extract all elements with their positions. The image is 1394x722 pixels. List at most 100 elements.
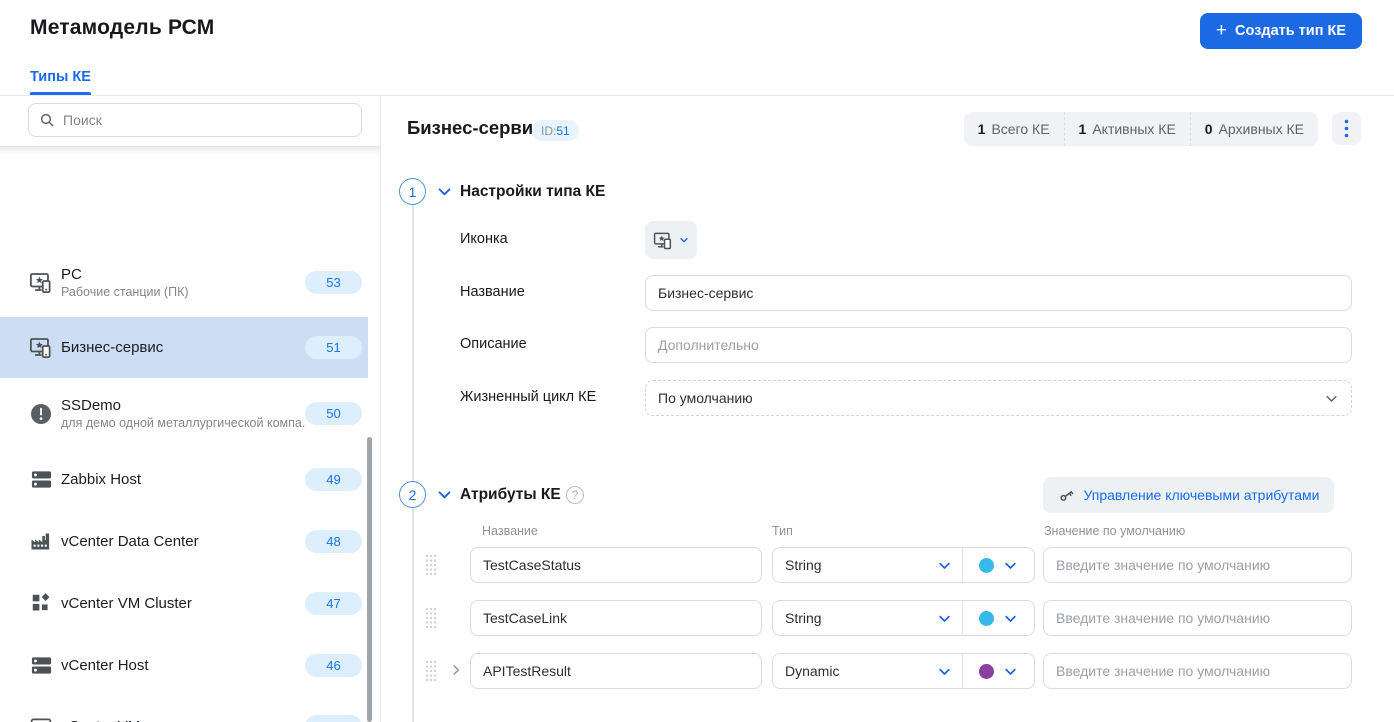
type-select[interactable]: String xyxy=(773,601,962,635)
sidebar-scrollbar[interactable] xyxy=(367,437,372,722)
list-item-name: vCenter VM xyxy=(61,718,140,722)
drag-handle-icon[interactable] xyxy=(424,658,438,684)
server-icon xyxy=(28,467,54,493)
stat-value: 1 xyxy=(1079,121,1087,137)
list-item-vcenter-data-center[interactable]: vCenter Data Center 48 xyxy=(0,510,368,572)
default-value-input[interactable] xyxy=(1043,653,1352,689)
attribute-type-control: String xyxy=(772,600,1035,636)
stat-total-ci[interactable]: 1 Всего КЕ xyxy=(964,112,1065,146)
create-ci-type-button[interactable]: + Создать тип КЕ xyxy=(1200,13,1362,49)
color-select[interactable] xyxy=(963,548,1034,582)
color-dot xyxy=(979,558,994,573)
attribute-type-control: Dynamic xyxy=(772,653,1035,689)
type-value: Dynamic xyxy=(785,663,937,679)
type-value: String xyxy=(785,557,937,573)
id-value: 51 xyxy=(556,124,569,138)
chevron-down-icon[interactable] xyxy=(436,486,453,503)
help-glyph: ? xyxy=(572,488,579,502)
description-input[interactable] xyxy=(645,327,1352,363)
chevron-right-icon[interactable] xyxy=(449,663,463,677)
chevron-down-icon xyxy=(1003,558,1018,573)
vm-icon xyxy=(28,714,54,722)
drag-handle-icon[interactable] xyxy=(424,552,438,578)
detail-title: Бизнес-сервис xyxy=(407,117,543,139)
attribute-name-input[interactable] xyxy=(470,653,762,689)
search-input[interactable] xyxy=(63,112,351,128)
color-select[interactable] xyxy=(963,601,1034,635)
manage-button-label: Управление ключевыми атрибутами xyxy=(1084,487,1320,503)
lifecycle-field-label: Жизненный цикл КЕ xyxy=(460,389,596,405)
chevron-down-icon[interactable] xyxy=(436,183,453,200)
chevron-down-icon xyxy=(937,558,952,573)
stat-active-ci[interactable]: 1 Активных КЕ xyxy=(1065,112,1191,146)
plus-icon: + xyxy=(1216,21,1227,40)
attribute-name-input[interactable] xyxy=(470,547,762,583)
help-icon[interactable]: ? xyxy=(566,486,584,504)
attribute-row: Dynamic xyxy=(381,653,1394,689)
stat-value: 1 xyxy=(978,121,986,137)
type-select[interactable]: String xyxy=(773,548,962,582)
count-badge: 47 xyxy=(305,592,362,615)
color-dot xyxy=(979,664,994,679)
pc-icon xyxy=(28,335,54,361)
key-icon xyxy=(1058,487,1075,504)
lifecycle-select[interactable]: По умолчанию xyxy=(645,380,1352,416)
ci-types-sidebar: PC Рабочие станции (ПК) 53 Бизнес-сервис… xyxy=(0,96,381,722)
section-1-step-number: 1 xyxy=(399,178,426,205)
create-button-label: Создать тип КЕ xyxy=(1235,23,1346,39)
list-item-name: Zabbix Host xyxy=(61,471,141,488)
count-badge: 49 xyxy=(305,468,362,491)
description-field-label: Описание xyxy=(460,336,527,352)
cluster-icon xyxy=(28,590,54,616)
list-item-vcenter-host[interactable]: vCenter Host 46 xyxy=(0,634,368,696)
icon-field-label: Иконка xyxy=(460,231,508,247)
stat-label: Архивных КЕ xyxy=(1219,121,1304,137)
default-value-input[interactable] xyxy=(1043,547,1352,583)
page-title: Метамодель РСМ xyxy=(30,16,214,40)
list-item-description: для демо одной металлургической компа... xyxy=(61,416,305,430)
kebab-icon xyxy=(1344,119,1349,138)
count-badge: 48 xyxy=(305,530,362,553)
list-item-name: vCenter Data Center xyxy=(61,533,199,550)
ci-type-detail-panel: Бизнес-сервис ID: 51 1 Всего КЕ 1 Активн… xyxy=(381,96,1394,722)
section-2-title: Атрибуты КЕ xyxy=(460,486,561,504)
type-value: String xyxy=(785,610,937,626)
search-area xyxy=(0,96,380,147)
search-field[interactable] xyxy=(28,103,362,137)
column-header-type: Тип xyxy=(772,524,793,538)
name-input[interactable] xyxy=(645,275,1352,311)
scroll-shadow xyxy=(0,147,380,154)
icon-picker-dropdown[interactable] xyxy=(645,221,697,259)
stat-archived-ci[interactable]: 0 Архивных КЕ xyxy=(1191,112,1318,146)
stat-value: 0 xyxy=(1205,121,1213,137)
kebab-menu-button[interactable] xyxy=(1332,112,1361,145)
list-item-name: Бизнес-сервис xyxy=(61,339,163,356)
default-value-input[interactable] xyxy=(1043,600,1352,636)
attribute-type-control: String xyxy=(772,547,1035,583)
list-item-vcenter-vm[interactable]: vCenter VM 45 xyxy=(0,696,368,722)
chevron-down-icon xyxy=(937,611,952,626)
step-connector-line xyxy=(412,205,414,722)
list-item-ssdemo[interactable]: SSDemo для демо одной металлургической к… xyxy=(0,383,368,444)
list-item-vcenter-vm-cluster[interactable]: vCenter VM Cluster 47 xyxy=(0,572,368,634)
count-badge: 50 xyxy=(305,402,362,425)
column-header-name: Название xyxy=(482,524,538,538)
metamodel-page: Метамодель РСМ + Создать тип КЕ Типы КЕ … xyxy=(0,0,1394,722)
count-badge: 53 xyxy=(305,271,362,294)
lifecycle-value: По умолчанию xyxy=(658,390,753,406)
id-badge: ID: 51 xyxy=(532,120,579,141)
list-item-name: PC xyxy=(61,266,189,283)
attribute-name-input[interactable] xyxy=(470,600,762,636)
drag-handle-icon[interactable] xyxy=(424,605,438,631)
alert-circle-icon xyxy=(28,401,54,427)
tab-ci-types[interactable]: Типы КЕ xyxy=(30,69,91,95)
chevron-down-icon xyxy=(1324,391,1339,406)
list-item-zabbix-host[interactable]: Zabbix Host 49 xyxy=(0,449,368,510)
id-label: ID: xyxy=(541,124,556,138)
manage-key-attributes-button[interactable]: Управление ключевыми атрибутами xyxy=(1043,477,1334,513)
column-header-default: Значение по умолчанию xyxy=(1044,524,1185,538)
type-select[interactable]: Dynamic xyxy=(773,654,962,688)
list-item-business-service[interactable]: Бизнес-сервис 51 xyxy=(0,317,368,378)
list-item-pc[interactable]: PC Рабочие станции (ПК) 53 xyxy=(0,250,368,314)
color-select[interactable] xyxy=(963,654,1034,688)
